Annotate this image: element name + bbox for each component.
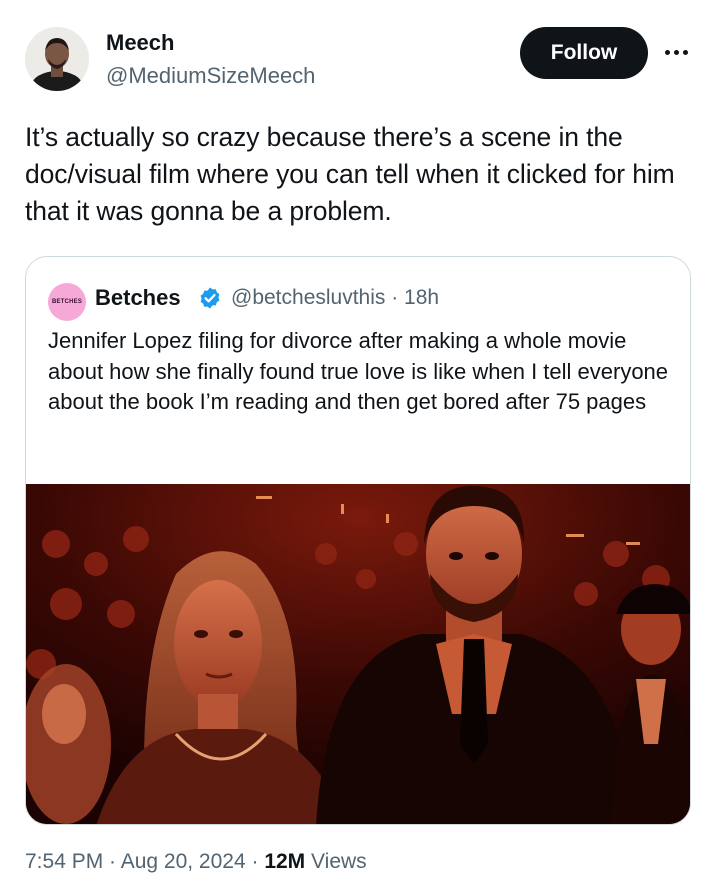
tweet: Meech @MediumSizeMeech Follow It’s actua…: [0, 0, 710, 896]
author-avatar[interactable]: [25, 27, 89, 91]
views-count: 12M: [264, 850, 306, 873]
quoted-avatar-logo-text: BETCHES: [51, 299, 83, 305]
views-label: Views: [305, 850, 367, 873]
author-name[interactable]: Meech: [106, 30, 174, 56]
follow-button[interactable]: Follow: [520, 27, 648, 79]
author-handle[interactable]: @MediumSizeMeech: [106, 63, 315, 89]
tweet-text: It’s actually so crazy because there’s a…: [25, 122, 675, 226]
quoted-author-name[interactable]: Betches: [95, 285, 181, 311]
quoted-tweet[interactable]: BETCHES Betches @betchesluvthis · 18h Je…: [25, 256, 691, 825]
more-horizontal-icon[interactable]: [661, 40, 691, 64]
quoted-author-avatar[interactable]: BETCHES: [48, 283, 86, 321]
verified-badge-icon: [200, 287, 220, 309]
tweet-meta: 7:54 PM · Aug 20, 2024 · 12M Views: [25, 850, 367, 874]
quoted-handle-time[interactable]: @betchesluvthis · 18h: [231, 286, 439, 310]
tweet-timestamp[interactable]: 7:54 PM · Aug 20, 2024 ·: [25, 850, 264, 873]
quoted-tweet-text: Jennifer Lopez filing for divorce after …: [48, 328, 669, 414]
quoted-media-photo[interactable]: [26, 484, 690, 824]
